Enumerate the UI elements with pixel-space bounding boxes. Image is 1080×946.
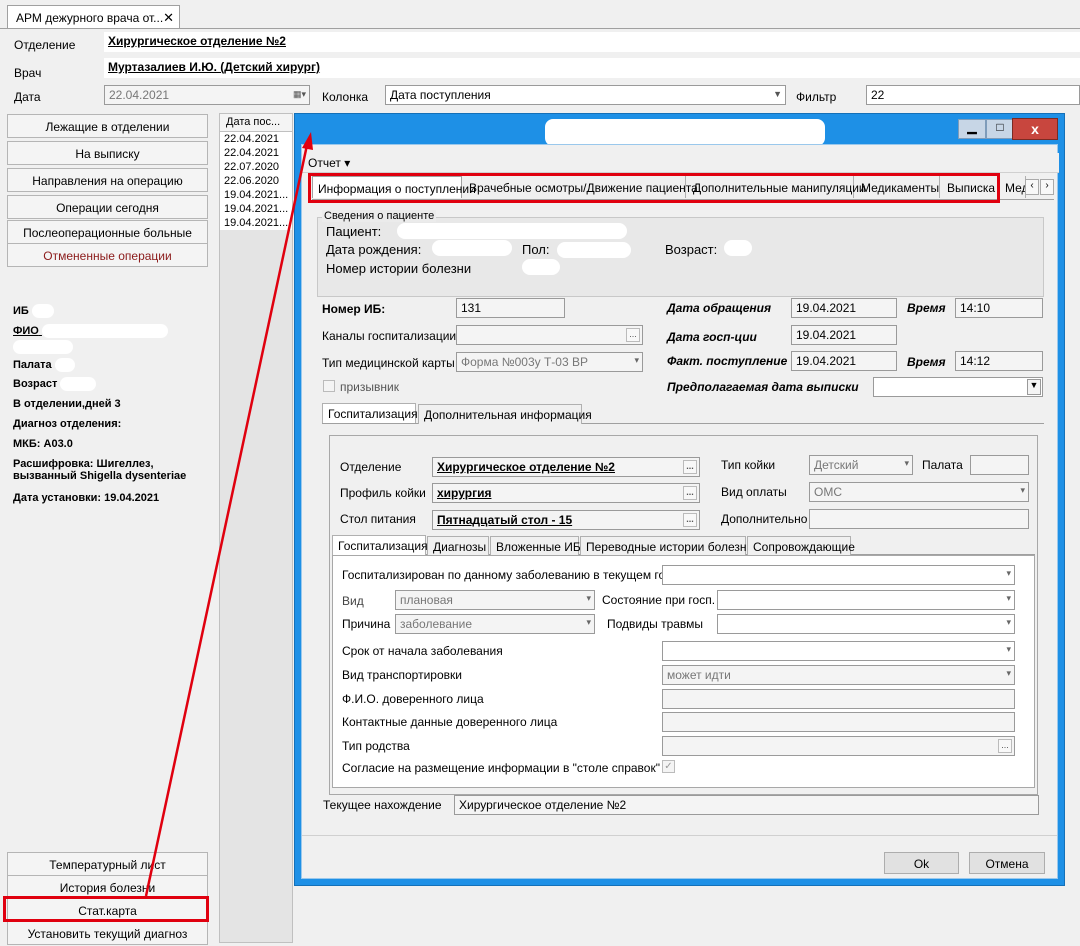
annotation-arrow <box>144 132 313 897</box>
